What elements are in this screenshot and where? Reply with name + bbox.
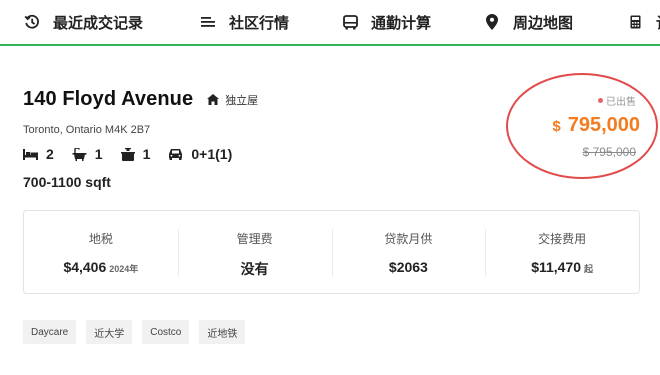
tag-near-university: 近大学 [86,320,133,344]
stat-value-text: $11,470 [531,259,582,275]
sold-price: $ 795,000 [552,114,640,137]
property-type-label: 独立屋 [225,94,259,107]
kitchen-icon [120,147,135,161]
stats-card: 地税 $4,406 2024年 管理费 没有 贷款月供 $2063 交接费用 $… [23,210,640,294]
listing-sqft: 700-1100 sqft [23,174,111,190]
beds-feature: 2 [23,146,54,162]
stat-value-text: $4,406 [63,259,107,275]
listing-city: Toronto, Ontario M4K 2B7 [23,124,151,136]
nav-label: 周边地图 [513,14,574,32]
nav-item-calculator[interactable]: 计 [626,0,660,44]
stat-label: 管理费 [236,232,273,246]
tag-near-subway: 近地铁 [199,320,246,344]
nav-label: 计 [656,12,660,33]
bus-icon [341,13,359,31]
original-price: $ 795,000 [582,145,636,159]
status-badge: 已出售 [598,93,636,108]
stat-value: $4,406 2024年 [63,259,138,275]
stat-value: 没有 [241,259,269,279]
parking-count: 0+1(1) [191,146,233,162]
stat-value-text: $2063 [388,259,428,275]
price-value: 795,000 [567,114,640,136]
stat-value: $2063 [389,259,428,275]
house-icon [207,94,220,105]
stat-property-tax: 地税 $4,406 2024年 [24,211,178,293]
listing-address: 140 Floyd Avenue [23,88,194,110]
beds-count: 2 [46,146,54,162]
stat-value-sub: 起 [584,264,594,274]
nav-item-community-market[interactable]: 社区行情 [199,0,289,44]
nav-item-commute[interactable]: 通勤计算 [341,0,431,44]
baths-feature: 1 [72,146,103,162]
feature-tags: Daycare 近大学 Costco 近地铁 [23,320,255,344]
status-dot [598,98,603,103]
nav-label: 通勤计算 [371,14,432,32]
stat-mortgage-payment: 贷款月供 $2063 [331,211,486,293]
nav-item-nearby-map[interactable]: 周边地图 [483,0,573,44]
listing-features: 2 1 1 0+1(1) [23,146,250,162]
listing-header: 140 Floyd Avenue 独立屋 [23,88,258,111]
stat-label: 贷款月供 [384,232,433,246]
map-pin-icon [483,13,501,31]
car-icon [169,149,183,160]
history-icon [23,13,41,31]
stat-closing-cost: 交接费用 $11,470 起 [485,211,639,293]
bed-icon [23,148,38,160]
property-type: 独立屋 [207,92,258,108]
parking-feature: 0+1(1) [168,146,232,162]
tag-daycare: Daycare [23,320,77,344]
stat-value: $11,470 起 [531,259,593,275]
list-icon [199,13,217,31]
nav-label: 社区行情 [229,14,290,32]
stat-value-sub: 2024年 [109,264,139,274]
bath-icon [72,147,87,161]
kitchens-feature: 1 [120,146,151,162]
status-label: 已出售 [606,97,636,108]
nav-item-recent-sales[interactable]: 最近成交记录 [23,0,143,44]
stat-management-fee: 管理费 没有 [177,211,332,293]
stat-label: 交接费用 [538,232,587,246]
stat-value-text: 没有 [240,261,269,277]
kitchens-count: 1 [142,146,151,162]
stat-label: 地税 [88,232,113,246]
price-currency: $ [552,118,561,135]
baths-count: 1 [94,146,103,162]
calculator-icon [626,13,644,31]
top-nav: 最近成交记录 社区行情 通勤计算 周边地图 计 [0,0,660,46]
tag-costco: Costco [142,320,190,344]
nav-label: 最近成交记录 [53,14,144,32]
